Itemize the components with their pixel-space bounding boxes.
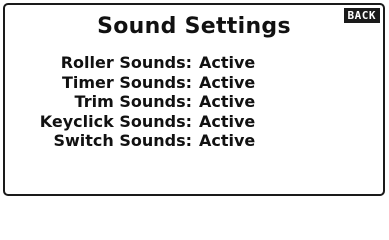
setting-label: Keyclick Sounds: [39,111,192,131]
back-button[interactable]: BACK [343,8,380,23]
settings-screen: Sound Settings BACK Roller Sounds: Activ… [3,3,385,196]
page-title: Sound Settings [97,14,291,39]
setting-label: Roller Sounds: [60,53,192,73]
setting-value[interactable]: Active [192,92,255,111]
setting-value[interactable]: Active [192,53,255,72]
setting-label: Timer Sounds: [61,72,192,92]
setting-row-switch-sounds[interactable]: Switch Sounds: Active [5,131,383,151]
settings-list: Roller Sounds: Active Timer Sounds: Acti… [5,53,383,151]
setting-value[interactable]: Active [192,112,255,131]
setting-row-trim-sounds[interactable]: Trim Sounds: Active [5,92,383,112]
setting-label: Switch Sounds: [53,131,192,151]
setting-row-timer-sounds[interactable]: Timer Sounds: Active [5,73,383,93]
setting-value[interactable]: Active [192,73,255,92]
setting-label: Trim Sounds: [74,92,192,112]
setting-value[interactable]: Active [192,131,255,150]
setting-row-keyclick-sounds[interactable]: Keyclick Sounds: Active [5,112,383,132]
setting-row-roller-sounds[interactable]: Roller Sounds: Active [5,53,383,73]
